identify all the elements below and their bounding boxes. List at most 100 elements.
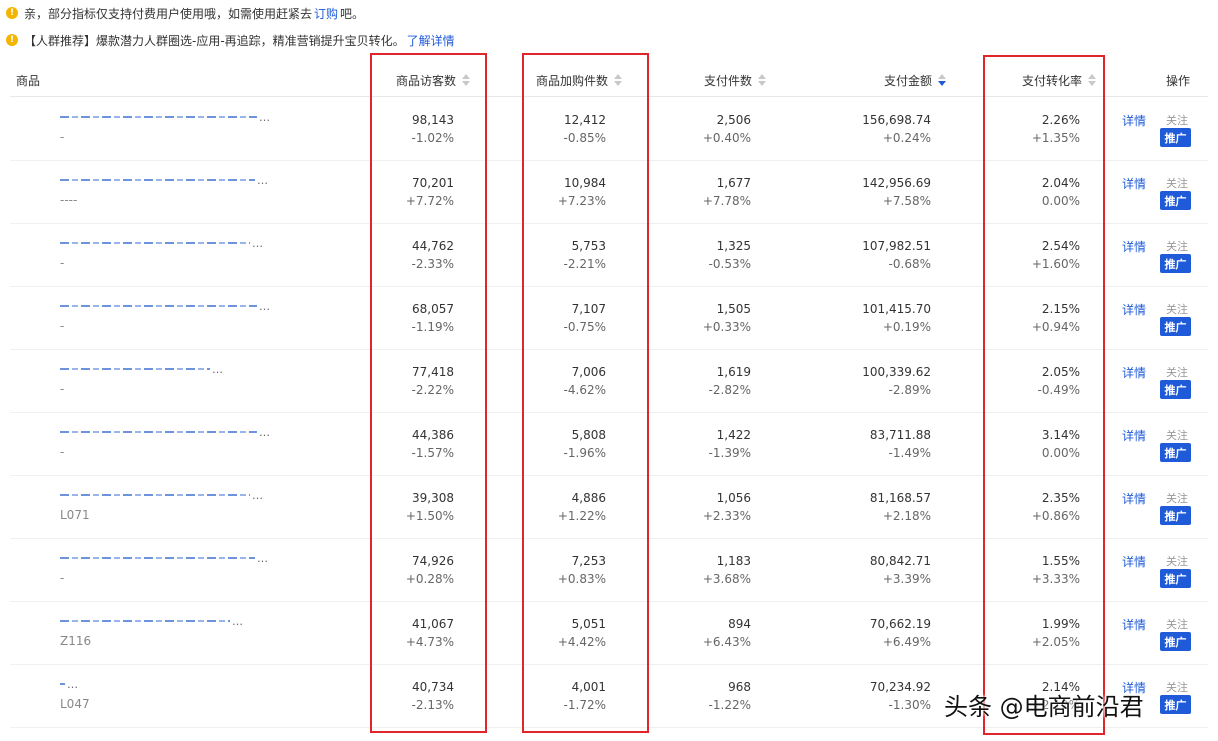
watermark: 头条 @电商前沿君 <box>944 693 1144 721</box>
product-cell[interactable]: … L071 <box>60 488 270 524</box>
product-cell[interactable]: … - <box>60 299 270 335</box>
paid-items-value: 1,183 <box>716 554 751 568</box>
promote-button[interactable]: 推广 <box>1160 569 1191 588</box>
product-title[interactable]: … <box>60 110 270 124</box>
table-row: … ---- 70,201 +7.72% 10,984 +7.23% 1,677… <box>10 161 1208 224</box>
product-title[interactable]: … <box>60 173 270 187</box>
product-title[interactable]: … <box>60 488 270 502</box>
detail-link[interactable]: 详情 <box>1122 490 1146 507</box>
detail-link[interactable]: 详情 <box>1122 427 1146 444</box>
follow-link[interactable]: 关注 <box>1166 427 1188 443</box>
col-conversion[interactable]: 支付转化率 <box>990 63 1096 97</box>
product-title[interactable]: … <box>60 362 270 376</box>
promote-button[interactable]: 推广 <box>1160 254 1191 273</box>
paid-amount-value: 107,982.51 <box>862 239 931 253</box>
paid-amount-cell: 70,234.92 -1.30% <box>830 678 931 714</box>
sort-icon[interactable] <box>758 74 766 86</box>
paid-amount-value: 70,662.19 <box>869 617 931 631</box>
paid-amount-value: 70,234.92 <box>869 680 931 694</box>
promote-button[interactable]: 推广 <box>1160 380 1191 399</box>
promote-button[interactable]: 推广 <box>1160 632 1191 651</box>
detail-link[interactable]: 详情 <box>1122 175 1146 192</box>
paid-items-change: +2.33% <box>702 509 751 523</box>
col-cart[interactable]: 商品加购件数 <box>520 63 622 97</box>
sort-icon[interactable] <box>614 74 622 86</box>
visitors-cell: 74,926 +0.28% <box>370 552 454 588</box>
follow-link[interactable]: 关注 <box>1166 616 1188 632</box>
detail-link[interactable]: 详情 <box>1122 553 1146 570</box>
paid-items-change: -1.22% <box>708 698 751 712</box>
paid-items-cell: 1,056 +2.33% <box>670 489 751 525</box>
conversion-change: 0.00% <box>1041 446 1080 460</box>
paid-items-cell: 1,505 +0.33% <box>670 300 751 336</box>
follow-link[interactable]: 关注 <box>1166 175 1188 191</box>
detail-link[interactable]: 详情 <box>1122 238 1146 255</box>
paid-amount-cell: 80,842.71 +3.39% <box>830 552 931 588</box>
sort-icon[interactable] <box>462 74 470 86</box>
promote-button[interactable]: 推广 <box>1160 695 1191 714</box>
promote-button[interactable]: 推广 <box>1160 443 1191 462</box>
notice-crowd-recommend: ! 【人群推荐】爆款潜力人群圈选-应用-再追踪，精准营销提升宝贝转化。 了解详情 <box>6 31 457 49</box>
visitors-cell: 41,067 +4.73% <box>370 615 454 651</box>
visitors-change: +7.72% <box>405 194 454 208</box>
promote-button[interactable]: 推广 <box>1160 128 1191 147</box>
product-cell[interactable]: … - <box>60 236 270 272</box>
product-cell[interactable]: … L047 <box>60 677 270 713</box>
product-title-blurred <box>60 494 250 496</box>
detail-link[interactable]: 详情 <box>1122 364 1146 381</box>
promote-button[interactable]: 推广 <box>1160 506 1191 525</box>
product-cell[interactable]: … - <box>60 362 270 398</box>
product-cell[interactable]: … - <box>60 551 270 587</box>
col-paid-items[interactable]: 支付件数 <box>670 63 766 97</box>
follow-link[interactable]: 关注 <box>1166 490 1188 506</box>
product-title[interactable]: … <box>60 425 270 439</box>
paid-amount-cell: 142,956.69 +7.58% <box>830 174 931 210</box>
subscribe-link[interactable]: 订购 <box>314 5 338 22</box>
conversion-cell: 2.04% 0.00% <box>990 174 1080 210</box>
paid-items-change: +7.78% <box>702 194 751 208</box>
table-row: … - 44,762 -2.33% 5,753 -2.21% 1,325 -0.… <box>10 224 1208 287</box>
visitors-change: -2.22% <box>411 383 454 397</box>
learn-more-link[interactable]: 了解详情 <box>407 32 455 49</box>
notice-paid-features: ! 亲，部分指标仅支持付费用户使用哦，如需使用赶紧去 订购 吧。 <box>6 4 364 22</box>
visitors-cell: 70,201 +7.72% <box>370 174 454 210</box>
product-title[interactable]: … <box>60 551 270 565</box>
follow-link[interactable]: 关注 <box>1166 553 1188 569</box>
ellipsis: … <box>257 551 268 565</box>
paid-items-cell: 2,506 +0.40% <box>670 111 751 147</box>
follow-link[interactable]: 关注 <box>1166 364 1188 380</box>
paid-amount-change: +7.58% <box>882 194 931 208</box>
col-paid-amount[interactable]: 支付金额 <box>830 63 946 97</box>
detail-link[interactable]: 详情 <box>1122 616 1146 633</box>
paid-items-cell: 894 +6.43% <box>670 615 751 651</box>
product-cell[interactable]: … ---- <box>60 173 270 209</box>
product-cell[interactable]: … Z116 <box>60 614 270 650</box>
product-title[interactable]: … <box>60 614 270 628</box>
col-visitors[interactable]: 商品访客数 <box>370 63 470 97</box>
conversion-change: +1.35% <box>1031 131 1080 145</box>
product-cell[interactable]: … - <box>60 110 270 146</box>
sort-icon[interactable] <box>1088 74 1096 86</box>
detail-link[interactable]: 详情 <box>1122 112 1146 129</box>
sort-desc-icon[interactable] <box>938 74 946 86</box>
product-cell[interactable]: … - <box>60 425 270 461</box>
product-title[interactable]: … <box>60 677 270 691</box>
detail-link[interactable]: 详情 <box>1122 301 1146 318</box>
visitors-change: -2.33% <box>411 257 454 271</box>
ellipsis: … <box>257 173 268 187</box>
conversion-value: 2.04% <box>1041 176 1080 190</box>
product-title[interactable]: … <box>60 236 270 250</box>
follow-link[interactable]: 关注 <box>1166 679 1188 695</box>
paid-items-value: 1,505 <box>716 302 751 316</box>
product-title[interactable]: … <box>60 299 270 313</box>
cart-change: +0.83% <box>557 572 606 586</box>
paid-amount-value: 101,415.70 <box>862 302 931 316</box>
cart-change: -1.72% <box>563 698 606 712</box>
follow-link[interactable]: 关注 <box>1166 238 1188 254</box>
promote-button[interactable]: 推广 <box>1160 191 1191 210</box>
paid-items-value: 1,677 <box>716 176 751 190</box>
follow-link[interactable]: 关注 <box>1166 301 1188 317</box>
promote-button[interactable]: 推广 <box>1160 317 1191 336</box>
cart-value: 5,753 <box>571 239 606 253</box>
follow-link[interactable]: 关注 <box>1166 112 1188 128</box>
